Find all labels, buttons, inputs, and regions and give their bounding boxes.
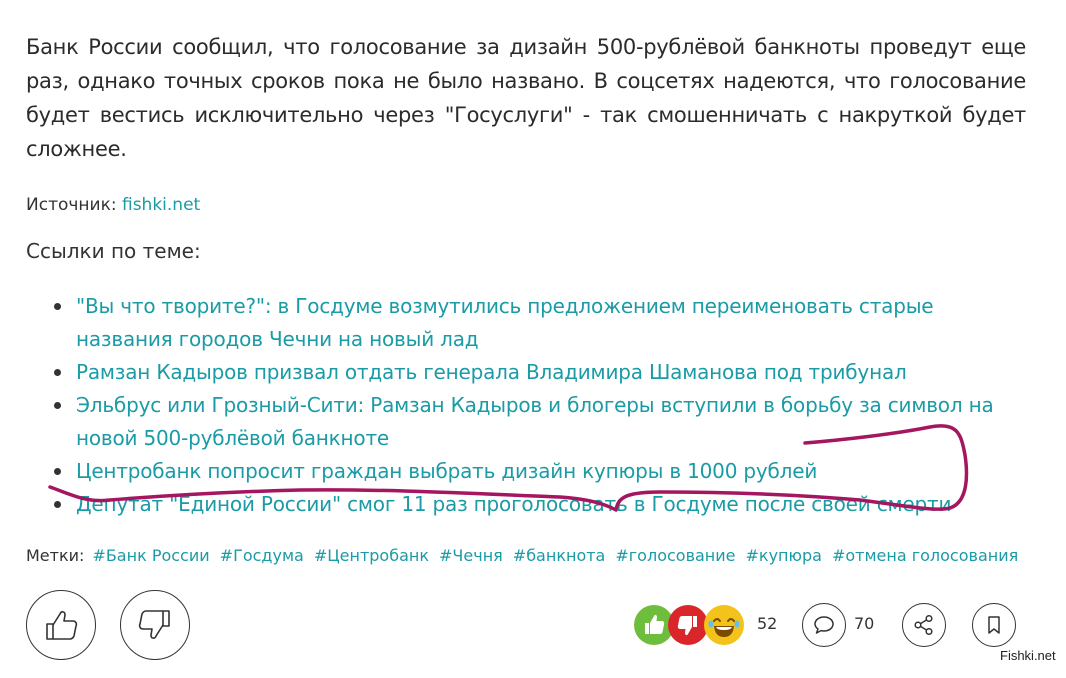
list-item: Центробанк попросит граждан выбрать диза… xyxy=(54,455,1026,488)
vote-down-button[interactable] xyxy=(120,590,190,660)
list-item: Рамзан Кадыров призвал отдать генерала В… xyxy=(54,356,1026,389)
thumb-down-icon xyxy=(138,610,170,639)
share-button[interactable] xyxy=(902,603,946,647)
source-link[interactable]: fishki.net xyxy=(122,195,200,215)
related-link[interactable]: Депутат "Единой России" смог 11 раз прог… xyxy=(76,492,951,516)
share-icon xyxy=(914,614,933,636)
speech-bubble-icon xyxy=(814,616,834,634)
tag-link[interactable]: #Центробанк xyxy=(314,546,429,565)
tag-link[interactable]: #Чечня xyxy=(439,546,503,565)
watermark: Fishki.net xyxy=(1000,648,1056,663)
tag-link[interactable]: #Госдума xyxy=(220,546,304,565)
source-line: Источник: fishki.net xyxy=(26,194,1026,216)
related-link[interactable]: Эльбрус или Грозный-Сити: Рамзан Кадыров… xyxy=(76,393,994,450)
comments-count: 70 xyxy=(854,614,875,633)
tag-link[interactable]: #Банк России xyxy=(92,546,209,565)
related-links-title: Ссылки по теме: xyxy=(26,239,201,263)
tags-label: Метки: xyxy=(26,546,85,565)
list-item: "Вы что творите?": в Госдуме возмутились… xyxy=(54,290,1026,356)
tags-line: Метки: #Банк России #Госдума #Центробанк #Че… xyxy=(26,545,1020,567)
reactions-count: 52 xyxy=(757,614,778,633)
related-link[interactable]: Рамзан Кадыров призвал отдать генерала В… xyxy=(76,360,907,384)
thumb-up-icon xyxy=(46,611,78,640)
related-link[interactable]: "Вы что творите?": в Госдуме возмутились… xyxy=(76,294,934,351)
source-label: Источник: xyxy=(26,195,122,215)
tag-link[interactable]: #отмена голосования xyxy=(832,546,1018,565)
list-item: Эльбрус или Грозный-Сити: Рамзан Кадыров… xyxy=(54,389,1026,455)
related-links-list: "Вы что творите?": в Госдуме возмутились… xyxy=(26,290,1026,521)
article-body: Банк России сообщил, что голосование за … xyxy=(26,30,1026,521)
related-link[interactable]: Центробанк попросит граждан выбрать диза… xyxy=(76,459,817,483)
comments-button[interactable] xyxy=(802,603,846,647)
bookmark-button[interactable] xyxy=(972,603,1016,647)
vote-up-button[interactable] xyxy=(26,590,96,660)
reaction-laugh-icon[interactable] xyxy=(704,605,744,645)
list-item: Депутат "Единой России" смог 11 раз прог… xyxy=(54,488,1026,521)
reaction-dislike-icon[interactable] xyxy=(668,605,708,645)
thumb-down-icon xyxy=(677,616,697,636)
article-intro: Банк России сообщил, что голосование за … xyxy=(26,35,1026,161)
tag-link[interactable]: #купюра xyxy=(746,546,822,565)
tag-link[interactable]: #банкнота xyxy=(513,546,606,565)
laughing-face-icon xyxy=(708,618,740,637)
bookmark-icon xyxy=(988,616,1000,634)
tag-link[interactable]: #голосование xyxy=(615,546,735,565)
